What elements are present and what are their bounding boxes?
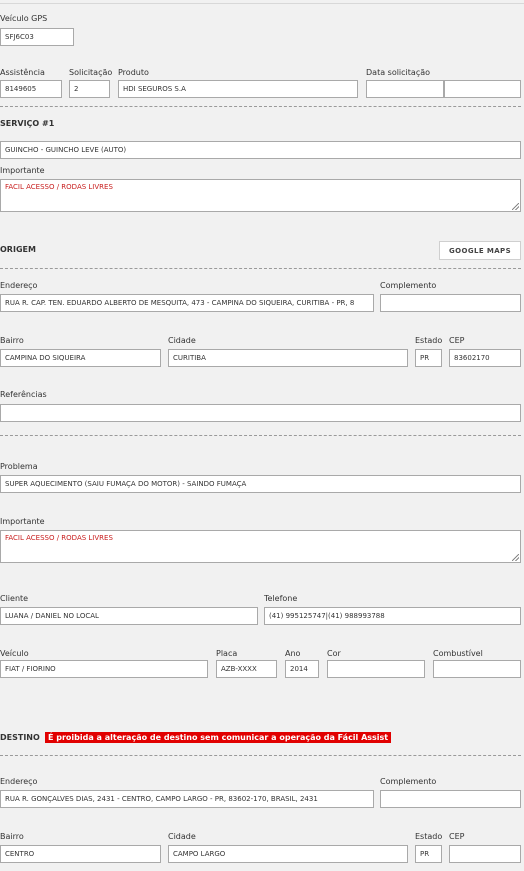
destino-cep-field[interactable] [449,845,521,863]
telefone-field[interactable]: (41) 995125747|(41) 988993788 [264,607,521,625]
origem-bairro-label: Bairro [0,336,24,345]
origem-cidade-field[interactable]: CURITIBA [168,349,408,367]
origem-cep-label: CEP [449,336,465,345]
destino-warning-badge: É proibida a alteração de destino sem co… [45,732,392,743]
origem-endereco-field[interactable]: RUA R. CAP. TEN. EDUARDO ALBERTO DE MESQ… [0,294,374,312]
destino-cidade-label: Cidade [168,832,196,841]
destino-bairro-field[interactable]: CENTRO [0,845,161,863]
veiculo-field[interactable]: FIAT / FIORINO [0,660,208,678]
origem-title: ORIGEM [0,245,36,254]
google-maps-button[interactable]: GOOGLE MAPS [439,241,521,260]
destino-estado-label: Estado [415,832,443,841]
destino-estado-field[interactable]: PR [415,845,442,863]
origem-cep-field[interactable]: 83602170 [449,349,521,367]
destino-cidade-field[interactable]: CAMPO LARGO [168,845,408,863]
servico-importante-label: Importante [0,166,45,175]
combustivel-label: Combustível [433,649,483,658]
ano-label: Ano [285,649,301,658]
problema-importante-text: FACIL ACESSO / RODAS LIVRES [5,534,113,542]
section-divider [0,268,521,269]
origem-referencias-label: Referências [0,390,47,399]
origem-cidade-label: Cidade [168,336,196,345]
resize-grip-icon[interactable] [512,203,519,210]
ano-field[interactable]: 2014 [285,660,319,678]
vehicle-gps-field[interactable]: SFJ6C03 [0,28,74,46]
servico-importante-textarea[interactable]: FACIL ACESSO / RODAS LIVRES [0,179,521,212]
cliente-field[interactable]: LUANA / DANIEL NO LOCAL [0,607,258,625]
destino-title: DESTINO [0,733,40,742]
combustivel-field[interactable] [433,660,521,678]
problema-label: Problema [0,462,38,471]
problema-importante-textarea[interactable]: FACIL ACESSO / RODAS LIVRES [0,530,521,563]
origem-endereco-label: Endereço [0,281,38,290]
destino-complemento-field[interactable] [380,790,521,808]
produto-label: Produto [118,68,149,77]
servico-field[interactable]: GUINCHO - GUINCHO LEVE (AUTO) [0,141,521,159]
section-divider [0,106,521,107]
destino-endereco-label: Endereço [0,777,38,786]
origem-referencias-field[interactable] [0,404,521,422]
assistencia-label: Assistência [0,68,45,77]
origem-complemento-field[interactable] [380,294,521,312]
origem-estado-field[interactable]: PR [415,349,442,367]
origem-estado-label: Estado [415,336,443,345]
data-solicitacao-date-field[interactable] [366,80,444,98]
problema-importante-label: Importante [0,517,45,526]
produto-field[interactable]: HDI SEGUROS S.A [118,80,358,98]
veiculo-label: Veículo [0,649,29,658]
cor-label: Cor [327,649,341,658]
problema-field[interactable]: SUPER AQUECIMENTO (SAIU FUMAÇA DO MOTOR)… [0,475,521,493]
destino-endereco-field[interactable]: RUA R. GONÇALVES DIAS, 2431 - CENTRO, CA… [0,790,374,808]
assistencia-field[interactable]: 8149605 [0,80,62,98]
resize-grip-icon[interactable] [512,554,519,561]
servico-importante-text: FACIL ACESSO / RODAS LIVRES [5,183,113,191]
section-divider [0,755,521,756]
destino-cep-label: CEP [449,832,465,841]
data-solicitacao-time-field[interactable] [444,80,521,98]
telefone-label: Telefone [264,594,298,603]
cor-field[interactable] [327,660,425,678]
origem-bairro-field[interactable]: CAMPINA DO SIQUEIRA [0,349,161,367]
solicitacao-label: Solicitação [69,68,113,77]
cliente-label: Cliente [0,594,29,603]
destino-complemento-label: Complemento [380,777,437,786]
servico-title: SERVIÇO #1 [0,119,55,128]
destino-bairro-label: Bairro [0,832,24,841]
placa-field[interactable]: AZB-XXXX [216,660,277,678]
vehicle-gps-label: Veículo GPS [0,14,48,23]
top-divider [0,3,524,4]
section-divider [0,435,521,436]
solicitacao-field[interactable]: 2 [69,80,110,98]
data-solicitacao-label: Data solicitação [366,68,431,77]
placa-label: Placa [216,649,238,658]
origem-complemento-label: Complemento [380,281,437,290]
